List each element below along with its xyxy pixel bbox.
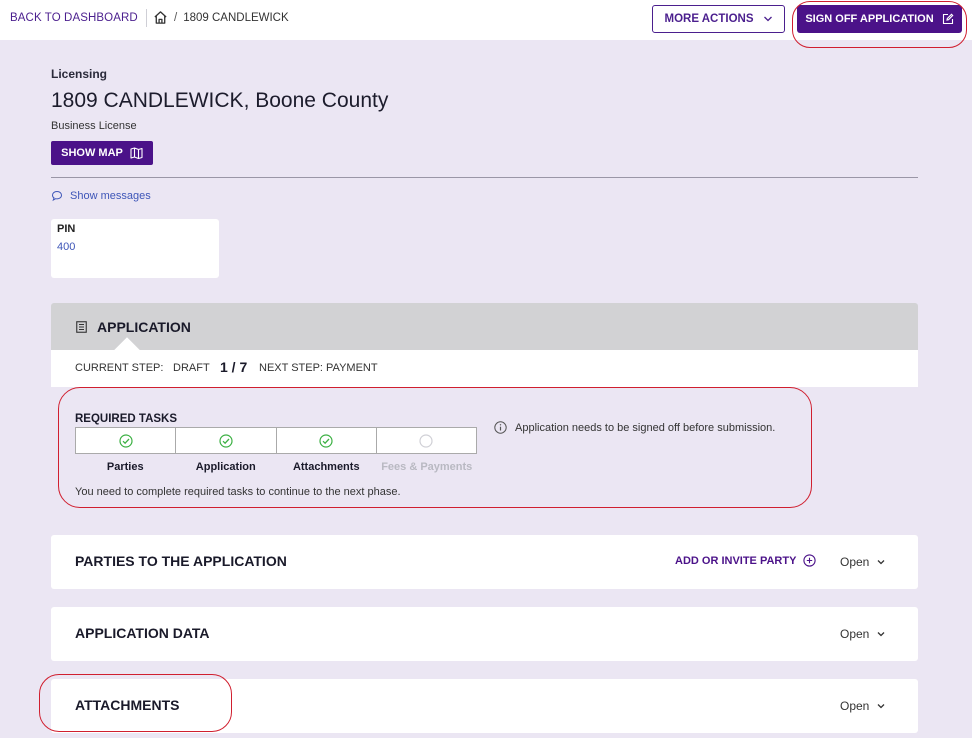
- current-step-label: CURRENT STEP:: [75, 362, 164, 374]
- required-tasks-labels: Parties Application Attachments Fees & P…: [75, 461, 477, 473]
- tasks-note: You need to complete required tasks to c…: [75, 486, 401, 498]
- required-tasks-strip: [75, 427, 477, 454]
- more-actions-button[interactable]: MORE ACTIONS: [652, 5, 785, 33]
- breadcrumb-divider: [146, 9, 147, 27]
- top-bar: BACK TO DASHBOARD / 1809 CANDLEWICK MORE…: [0, 0, 972, 40]
- breadcrumb: / 1809 CANDLEWICK: [153, 10, 289, 25]
- empty-circle-icon: [419, 433, 433, 448]
- page-title: 1809 CANDLEWICK, Boone County: [51, 89, 389, 112]
- pin-value[interactable]: 400: [57, 241, 213, 253]
- show-messages-label: Show messages: [70, 190, 151, 202]
- breadcrumb-separator: /: [174, 11, 178, 24]
- sign-off-label: SIGN OFF APPLICATION: [805, 13, 934, 25]
- home-icon[interactable]: [153, 10, 168, 25]
- signoff-info-text: Application needs to be signed off befor…: [515, 421, 776, 434]
- check-circle-icon: [219, 433, 233, 448]
- sign-off-application-button[interactable]: SIGN OFF APPLICATION: [797, 5, 962, 33]
- show-map-label: SHOW MAP: [61, 147, 123, 159]
- required-tasks-title: REQUIRED TASKS: [75, 413, 178, 425]
- pin-card: PIN 400: [51, 219, 219, 278]
- add-or-invite-party-button[interactable]: ADD OR INVITE PARTY: [675, 554, 817, 567]
- next-step-label: NEXT STEP: PAYMENT: [259, 362, 378, 374]
- task-attachments-status[interactable]: [277, 428, 377, 453]
- application-data-panel-toggle[interactable]: Open: [840, 627, 885, 641]
- edit-icon: [942, 13, 954, 25]
- chevron-down-icon: [877, 560, 885, 565]
- attachments-panel-toggle[interactable]: Open: [840, 699, 885, 713]
- back-to-dashboard-link[interactable]: BACK TO DASHBOARD: [10, 12, 138, 24]
- parties-panel[interactable]: PARTIES TO THE APPLICATION ADD OR INVITE…: [51, 535, 918, 589]
- pin-label: PIN: [57, 223, 76, 235]
- current-step-value: DRAFT: [173, 362, 210, 374]
- add-party-label: ADD OR INVITE PARTY: [675, 554, 797, 567]
- application-data-panel[interactable]: APPLICATION DATA Open: [51, 607, 918, 661]
- chat-icon: [51, 190, 63, 202]
- task-parties-status[interactable]: [76, 428, 177, 453]
- page-subtitle: Business License: [51, 120, 137, 132]
- parties-panel-toggle[interactable]: Open: [840, 555, 885, 569]
- plus-circle-icon: [803, 554, 817, 567]
- attachments-panel[interactable]: ATTACHMENTS Open: [51, 679, 918, 733]
- attachments-panel-title: ATTACHMENTS: [75, 697, 180, 713]
- more-actions-label: MORE ACTIONS: [664, 13, 754, 25]
- toggle-label: Open: [840, 699, 870, 713]
- signoff-info-message: Application needs to be signed off befor…: [494, 421, 775, 434]
- check-circle-icon: [119, 433, 133, 448]
- show-messages-link[interactable]: Show messages: [51, 190, 151, 202]
- chevron-down-icon: [877, 704, 885, 709]
- info-icon: [494, 421, 507, 434]
- task-fees-status[interactable]: [377, 428, 476, 453]
- step-progress: 1 / 7: [220, 359, 248, 375]
- application-title: APPLICATION: [97, 319, 191, 335]
- toggle-label: Open: [840, 555, 870, 569]
- check-circle-icon: [319, 433, 333, 448]
- task-label[interactable]: Application: [176, 461, 277, 473]
- parties-panel-title: PARTIES TO THE APPLICATION: [75, 553, 287, 569]
- task-label[interactable]: Attachments: [276, 461, 377, 473]
- application-step-bar: CURRENT STEP: DRAFT 1 / 7 NEXT STEP: PAY…: [51, 350, 918, 387]
- toggle-label: Open: [840, 627, 870, 641]
- show-map-button[interactable]: SHOW MAP: [51, 141, 153, 165]
- task-label[interactable]: Parties: [75, 461, 176, 473]
- section-label: Licensing: [51, 67, 108, 81]
- breadcrumb-current: 1809 CANDLEWICK: [183, 11, 289, 24]
- header-divider: [51, 177, 918, 178]
- application-header: APPLICATION: [51, 303, 918, 350]
- chevron-down-icon: [877, 632, 885, 637]
- map-icon: [130, 147, 143, 159]
- document-icon: [76, 321, 87, 333]
- application-data-panel-title: APPLICATION DATA: [75, 625, 210, 641]
- task-label: Fees & Payments: [381, 461, 473, 473]
- chevron-down-icon: [763, 16, 772, 22]
- task-application-status[interactable]: [176, 428, 277, 453]
